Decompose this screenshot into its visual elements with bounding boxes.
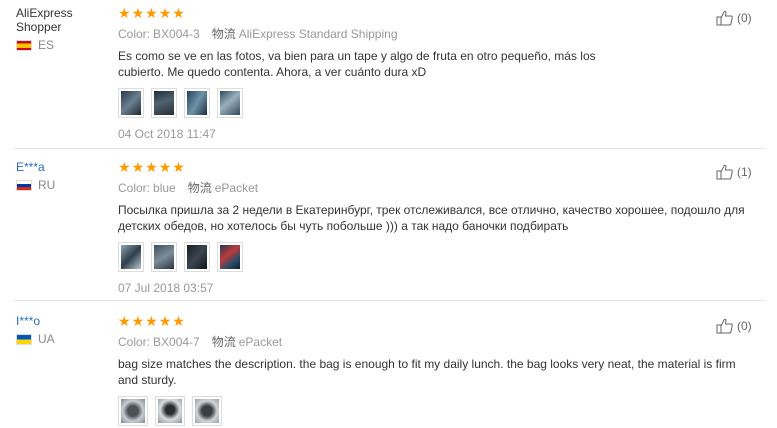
star-icon: ★ [118, 313, 131, 329]
star-icon: ★ [158, 5, 172, 21]
star-icon: ★ [145, 159, 158, 175]
rating-stars: ★ ★ ★ ★ ★ [118, 314, 638, 328]
reviewer-country: UA [16, 332, 106, 346]
star-icon: ★ [172, 159, 185, 175]
review-content: ★ ★ ★ ★ ★ Color: blue 物流 ePacket Посылка пришла… [118, 160, 745, 295]
review-photo-thumbnail[interactable] [184, 88, 210, 118]
color-label: Color: [118, 181, 151, 195]
review-photo-thumbnail[interactable] [192, 396, 222, 426]
shipping-label: 物流 [211, 27, 236, 41]
review-text: bag size matches the description. the ba… [118, 357, 736, 387]
country-code: RU [38, 178, 56, 192]
thumbs-up-icon [716, 318, 733, 334]
review-content: ★ ★ ★ ★ ★ Color: BX004-3 物流 AliExpress Standard… [118, 6, 638, 141]
star-icon: ★ [172, 5, 185, 21]
shipping-value: ePacket [238, 335, 283, 349]
country-code: UA [38, 332, 55, 346]
review-photos [118, 396, 638, 426]
star-icon: ★ [131, 5, 145, 21]
star-icon: ★ [118, 159, 131, 175]
review-meta: Color: BX004-7 物流 ePacket [118, 333, 638, 350]
color-label: Color: [118, 335, 151, 349]
review-photo-thumbnail[interactable] [155, 396, 185, 426]
review-text: Посылка пришла за 2 недели в Екатеринбур… [118, 203, 745, 233]
helpful-count: (0) [737, 319, 752, 333]
color-value: BX004-3 [153, 27, 200, 41]
shipping-value: AliExpress Standard Shipping [238, 27, 398, 41]
thumbs-up-icon [716, 10, 733, 26]
star-icon: ★ [145, 313, 158, 329]
helpful-button[interactable]: (0) [716, 10, 752, 26]
color-label: Color: [118, 27, 151, 41]
star-icon: ★ [118, 5, 131, 21]
rating-stars: ★ ★ ★ ★ ★ [118, 160, 638, 174]
review-divider [14, 300, 764, 301]
shipping-label: 物流 [187, 181, 212, 195]
reviewer-name: AliExpress Shopper [16, 6, 73, 34]
review-photo-thumbnail[interactable] [118, 88, 144, 118]
reviewer-name[interactable]: I***o [16, 314, 106, 328]
review-photo-thumbnail[interactable] [118, 242, 144, 272]
review-photo-thumbnail[interactable] [217, 242, 243, 272]
review-meta: Color: BX004-3 物流 AliExpress Standard Shipp… [118, 25, 638, 42]
star-icon: ★ [145, 5, 158, 21]
helpful-count: (1) [737, 165, 752, 179]
review-photos [118, 242, 638, 272]
star-icon: ★ [172, 313, 185, 329]
reviewer-country: RU [16, 178, 106, 192]
country-code: ES [38, 38, 55, 52]
thumbs-up-icon [716, 164, 733, 180]
reviewer-country: ES [16, 38, 106, 52]
flag-ua-icon [16, 333, 32, 345]
review-photo-thumbnail[interactable] [151, 88, 177, 118]
review-date: 04 Oct 2018 11:47 [118, 127, 216, 141]
review-photo-thumbnail[interactable] [184, 242, 210, 272]
review-divider [14, 148, 764, 149]
review-photo-thumbnail[interactable] [151, 242, 177, 272]
review-photos [118, 88, 638, 118]
color-value: blue [153, 181, 176, 195]
review-photo-thumbnail[interactable] [217, 88, 243, 118]
helpful-button[interactable]: (1) [716, 164, 752, 180]
shipping-value: ePacket [214, 181, 259, 195]
flag-es-icon [16, 39, 32, 51]
review-photo-thumbnail[interactable] [118, 396, 148, 426]
star-icon: ★ [158, 313, 172, 329]
star-icon: ★ [131, 159, 145, 175]
color-value: BX004-7 [153, 335, 200, 349]
star-icon: ★ [158, 159, 172, 175]
star-icon: ★ [131, 313, 145, 329]
flag-ru-icon [16, 179, 32, 191]
reviewer-info: E***a RU [16, 160, 106, 192]
helpful-button[interactable]: (0) [716, 318, 752, 334]
rating-stars: ★ ★ ★ ★ ★ [118, 6, 638, 20]
reviewer-info: I***o UA [16, 314, 106, 346]
reviewer-info: AliExpress Shopper ES [16, 6, 106, 52]
review-content: ★ ★ ★ ★ ★ Color: BX004-7 物流 ePacket bag size ma… [118, 314, 736, 426]
review-text: Es como se ve en las fotos, va bien para… [118, 49, 596, 79]
helpful-count: (0) [737, 11, 752, 25]
reviewer-name[interactable]: E***a [16, 160, 106, 174]
shipping-label: 物流 [211, 335, 236, 349]
review-date: 07 Jul 2018 03:57 [118, 281, 214, 295]
review-meta: Color: blue 物流 ePacket [118, 179, 638, 196]
